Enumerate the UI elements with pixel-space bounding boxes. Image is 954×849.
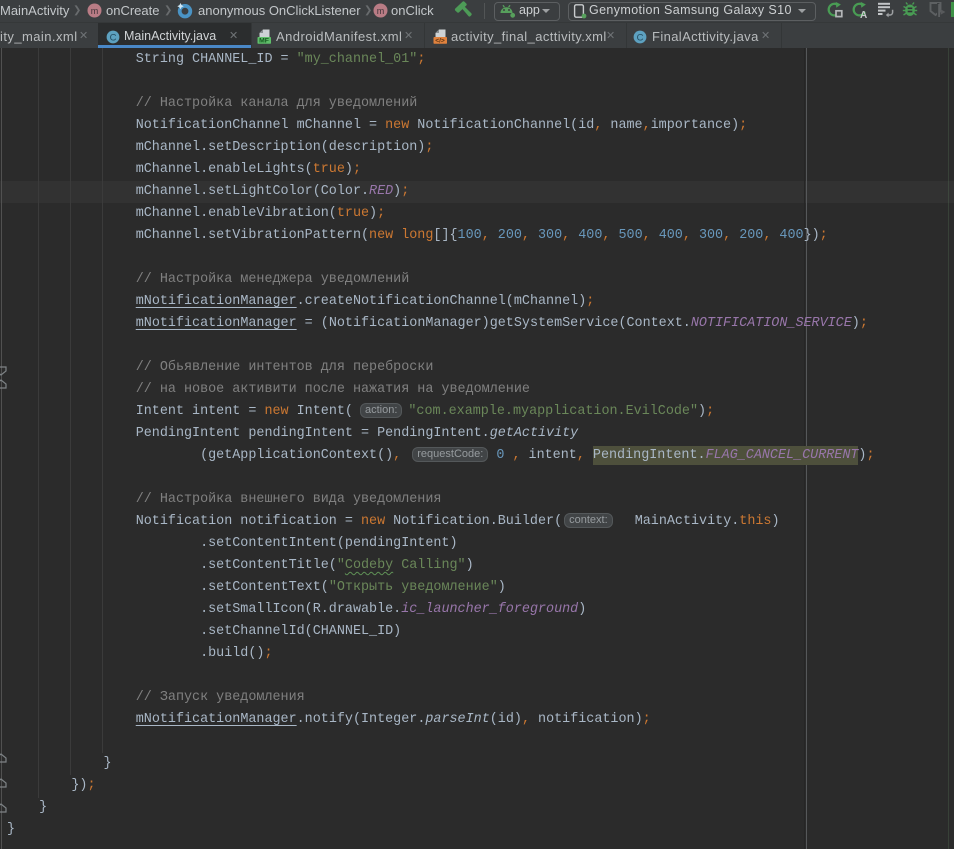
svg-text:m: m [91, 6, 99, 16]
svg-text:</>: </> [435, 38, 445, 45]
svg-text:m: m [377, 6, 385, 16]
svg-text:C: C [110, 33, 117, 44]
svg-text:C: C [637, 33, 644, 44]
svg-text:A: A [860, 10, 867, 19]
svg-text:MF: MF [259, 38, 269, 44]
